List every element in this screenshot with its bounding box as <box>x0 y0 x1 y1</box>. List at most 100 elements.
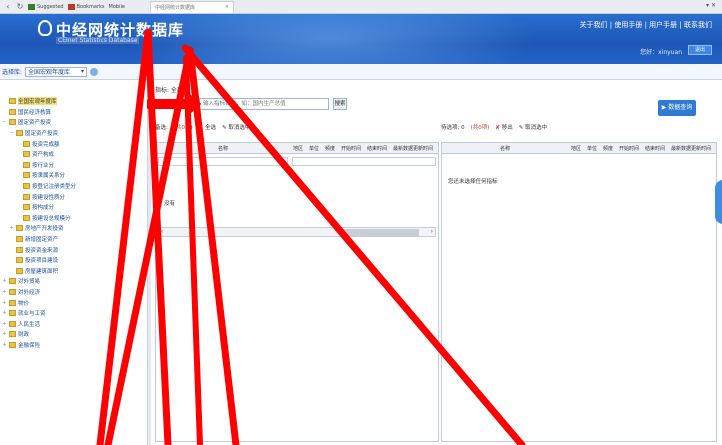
tree-toggle-icon[interactable]: + <box>2 310 7 316</box>
folder-icon <box>23 214 30 221</box>
column-header[interactable]: 名称 <box>156 145 290 152</box>
column-header[interactable]: 开始时间 <box>616 145 642 152</box>
main-panel: 指标: 全部 搜索 ▶ 数据查询 备选: (共0项) ✔ 全选 ✎ 取消选中 待… <box>151 80 722 445</box>
column-header[interactable]: 结束时间 <box>642 145 668 152</box>
tree-label: 投资项目建设 <box>25 258 59 265</box>
column-header[interactable]: 频度 <box>322 145 338 152</box>
folder-icon <box>23 172 30 179</box>
candidate-table-header: 名称 地区 单位 频度 开始时间 结束时间 最新数据更新时间 <box>156 143 438 154</box>
logout-button[interactable]: 退出 <box>688 45 712 55</box>
folder-icon <box>9 299 16 306</box>
check-icon: ✔ <box>198 125 204 131</box>
refresh-icon[interactable]: ↻ <box>16 2 24 11</box>
bookmark-bookmarks[interactable]: Bookmarks <box>67 3 105 10</box>
folder-icon <box>23 183 30 190</box>
folder-icon <box>9 119 16 126</box>
tree-item[interactable]: + 物价 <box>0 297 147 308</box>
tree-item[interactable]: 投资资金来源 <box>0 244 147 255</box>
tree-item[interactable]: + 就业与工资 <box>0 308 147 319</box>
breadcrumb: 指标: 全部 <box>155 86 183 94</box>
tree-item[interactable]: 房屋建筑面积 <box>0 266 147 277</box>
tree-item[interactable]: 按隶属关系分 <box>0 170 147 181</box>
tree-item[interactable]: − 固定资产投资 <box>0 128 147 139</box>
tree-label: 按建设总规模分 <box>32 215 71 222</box>
app-window: ‹ ↻ Suggested Bookmarks Mobile 中经网统计数据库 … <box>0 0 722 445</box>
tree-toggle-icon[interactable]: + <box>9 225 14 231</box>
tree-toggle-icon[interactable]: − <box>9 130 14 136</box>
folder-icon <box>9 320 16 327</box>
user-greeting: 您好：xinyuan <box>640 49 682 56</box>
column-header[interactable]: 地区 <box>290 145 306 152</box>
right-clear-button[interactable]: ✎ 取消选中 <box>519 123 547 131</box>
browser-tab-title: 中经网统计数据库 <box>155 5 196 11</box>
column-header[interactable]: 单位 <box>584 145 600 152</box>
right-count: (共0项) <box>470 125 490 131</box>
bookmark-suggested[interactable]: Suggested <box>28 3 64 10</box>
folder-icon <box>16 236 23 243</box>
select-all-button[interactable]: ✔ 全选 <box>199 123 216 131</box>
folder-icon <box>16 246 23 253</box>
tree-item[interactable]: 按行业分 <box>0 160 147 171</box>
tree-toggle-icon[interactable]: + <box>2 342 7 348</box>
scroll-thumb[interactable] <box>339 229 419 236</box>
tree-item[interactable]: 按建设性质分 <box>0 191 147 202</box>
search-button[interactable]: 搜索 <box>333 98 347 110</box>
candidate-table: 名称 地区 单位 频度 开始时间 结束时间 最新数据更新时间 没有 ‹ › <box>155 142 439 442</box>
tree-item[interactable]: + 财政 <box>0 329 147 340</box>
folder-icon <box>16 257 23 264</box>
name-filter-input[interactable] <box>158 157 288 166</box>
tree-item[interactable]: + 对外贸易 <box>0 276 147 287</box>
tab-close-icon[interactable]: × <box>225 4 229 11</box>
column-header[interactable]: 名称 <box>442 145 568 152</box>
column-header[interactable]: 频度 <box>600 145 616 152</box>
tree-item[interactable]: + 房地产开发投资 <box>0 223 147 234</box>
selected-table: 名称 地区 单位 频度 开始时间 结束时间 最新数据更新时间 您还未选择任何指标 <box>441 142 717 442</box>
folder-icon <box>23 204 30 211</box>
tree-item[interactable]: 按构成分 <box>0 202 147 213</box>
tree-item[interactable]: + 金融保险 <box>0 340 147 351</box>
column-header[interactable]: 开始时间 <box>338 145 364 152</box>
column-header[interactable]: 地区 <box>568 145 584 152</box>
indicator-search-input[interactable] <box>199 98 329 110</box>
column-header[interactable]: 单位 <box>306 145 322 152</box>
column-header[interactable]: 最新数据更新时间 <box>668 145 714 152</box>
header-links[interactable]: 关于我们 | 使用手册 | 用户手册 | 联系我们 <box>580 20 712 30</box>
horizontal-scrollbar[interactable]: ‹ › <box>158 227 436 237</box>
tree-item[interactable]: 投资完成额 <box>0 138 147 149</box>
tree-toggle-icon[interactable]: − <box>2 119 7 125</box>
tree-toggle-icon[interactable]: + <box>2 278 7 284</box>
tree-item[interactable]: + 人民生活 <box>0 318 147 329</box>
back-icon[interactable]: ‹ <box>4 2 12 11</box>
tree-toggle-icon[interactable]: + <box>2 300 7 306</box>
browser-tab[interactable]: 中经网统计数据库 × <box>150 1 234 13</box>
tree-toggle-icon[interactable]: + <box>2 331 7 337</box>
browser-toolbar: ‹ ↻ Suggested Bookmarks Mobile 中经网统计数据库 … <box>0 0 722 14</box>
scroll-left-icon[interactable]: ‹ <box>161 228 163 235</box>
tree-toggle-icon[interactable]: + <box>2 289 7 295</box>
bookmark-mobile[interactable]: Mobile <box>109 4 125 10</box>
tree-item[interactable]: 投资项目建设 <box>0 255 147 266</box>
column-header[interactable]: 最新数据更新时间 <box>390 145 436 152</box>
tree-item[interactable]: + 对外经济 <box>0 287 147 298</box>
data-query-button[interactable]: ▶ 数据查询 <box>658 100 696 116</box>
go-icon[interactable] <box>90 67 99 76</box>
tree-item[interactable]: 国民经济核算 <box>0 107 147 118</box>
region-filter-input[interactable] <box>292 157 436 166</box>
left-clear-button[interactable]: ✎ 取消选中 <box>222 123 250 131</box>
tree-item[interactable]: 按登记注册类型分 <box>0 181 147 192</box>
tree-item[interactable]: − 固定资产投资 <box>0 117 147 128</box>
remove-button[interactable]: ✘ 移出 <box>495 123 512 131</box>
tree-item[interactable]: 按建设总规模分 <box>0 213 147 224</box>
scroll-right-icon[interactable]: › <box>431 228 433 235</box>
side-panel-handle[interactable] <box>715 180 722 224</box>
tree-item[interactable]: 全国宏观年度库 <box>0 96 147 107</box>
folder-icon <box>9 98 16 105</box>
tree-item[interactable]: 资产构成 <box>0 149 147 160</box>
tree-toggle-icon[interactable]: + <box>2 321 7 327</box>
tree-label: 投资资金来源 <box>25 247 59 254</box>
folder-icon <box>9 288 16 295</box>
column-header[interactable]: 结束时间 <box>364 145 390 152</box>
database-select[interactable]: 全国宏观年度库 ▾ <box>25 66 88 77</box>
tree-item[interactable]: 新增固定资产 <box>0 234 147 245</box>
window-controls[interactable]: ▾ ✕ <box>706 2 716 9</box>
